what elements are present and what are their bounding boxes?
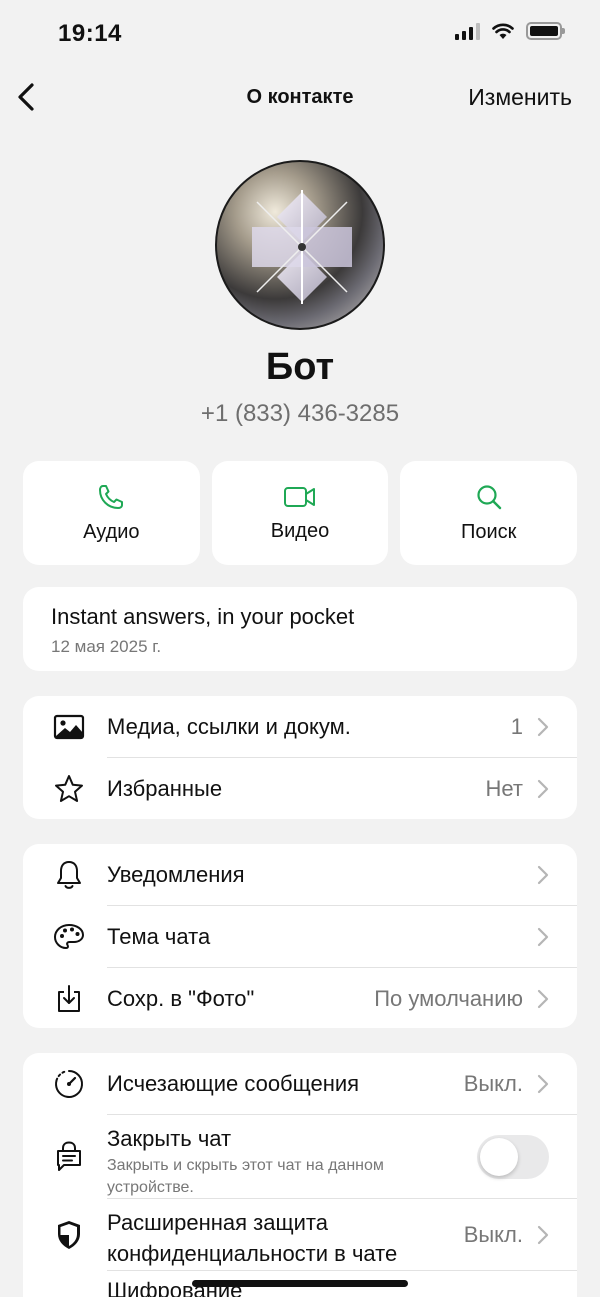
media-count: 1 [510, 714, 523, 739]
save-to-photos-value: По умолчанию [374, 986, 523, 1011]
advanced-chat-privacy-label-line1: Расширенная защита [107, 1210, 328, 1235]
media-card: Медиа, ссылки и докум. 1 Избранные Нет [23, 696, 577, 819]
search-icon [477, 484, 501, 509]
wifi-icon [492, 23, 514, 39]
shield-icon [53, 1219, 85, 1251]
disappearing-messages-value: Выкл. [463, 1071, 523, 1096]
starred-label: Избранные [107, 776, 223, 801]
disappearing-messages-row[interactable]: Исчезающие сообщения Выкл. [23, 1053, 577, 1115]
advanced-chat-privacy-label: Расширенная защита конфиденциальности в … [107, 1207, 397, 1269]
chat-theme-label: Тема чата [107, 924, 211, 949]
status-time: 19:14 [58, 20, 122, 47]
lock-chat-icon [53, 1141, 85, 1173]
lock-chat-toggle[interactable] [477, 1135, 549, 1179]
media-label: Медиа, ссылки и докум. [107, 714, 351, 739]
search-button[interactable]: Поиск [400, 461, 578, 565]
star-icon [53, 773, 85, 805]
lock-chat-description-line1: Закрыть и скрыть этот чат на данном [107, 1157, 384, 1174]
edit-button[interactable]: Изменить [468, 84, 572, 111]
disappearing-messages-label: Исчезающие сообщения [107, 1071, 360, 1096]
audio-call-button[interactable]: Аудио [23, 461, 200, 565]
starred-row[interactable]: Избранные Нет [23, 758, 577, 819]
about-date: 12 мая 2025 г. [51, 637, 162, 656]
lock-chat-row[interactable]: Закрыть чат Закрыть и скрыть этот чат на… [23, 1115, 577, 1199]
search-label: Поиск [460, 520, 517, 543]
status-bar: 19:14 [0, 0, 600, 70]
starred-value: Нет [485, 776, 523, 801]
avatar[interactable] [215, 160, 385, 330]
lock-chat-description-line2: устройстве. [107, 1179, 194, 1196]
chat-settings-card: Уведомления Тема чата Сохр. в "Фото" По [23, 844, 577, 1028]
video-call-label: Видео [270, 519, 330, 542]
chevron-right-icon [537, 1074, 549, 1094]
download-icon [53, 983, 85, 1015]
save-to-photos-label: Сохр. в "Фото" [107, 986, 255, 1011]
notifications-label: Уведомления [107, 862, 245, 887]
chevron-right-icon [537, 779, 549, 799]
bell-icon [53, 859, 85, 891]
chevron-right-icon [537, 989, 549, 1009]
chevron-right-icon [537, 717, 549, 737]
lock-chat-label: Закрыть чат [107, 1126, 232, 1151]
lock-chat-description: Закрыть и скрыть этот чат на данном устр… [107, 1155, 384, 1199]
advanced-chat-privacy-value: Выкл. [463, 1222, 523, 1247]
quick-actions: Аудио Видео Поиск [23, 461, 578, 565]
cellular-signal-icon [455, 22, 480, 40]
advanced-chat-privacy-row[interactable]: Расширенная защита конфиденциальности в … [23, 1199, 577, 1271]
advanced-chat-privacy-label-line2: конфиденциальности в чате [107, 1241, 398, 1266]
contact-phone: +1 (833) 436-3285 [200, 400, 400, 427]
home-indicator [192, 1280, 408, 1287]
toggle-knob [480, 1138, 518, 1176]
video-call-button[interactable]: Видео [211, 461, 389, 565]
bot-logo-icon [252, 190, 352, 304]
privacy-card: Исчезающие сообщения Выкл. Закрыть чат З… [23, 1053, 577, 1297]
media-links-docs-row[interactable]: Медиа, ссылки и докум. 1 [23, 696, 577, 758]
chevron-right-icon [537, 1225, 549, 1245]
battery-icon [526, 22, 565, 40]
video-icon [284, 486, 315, 507]
chat-theme-row[interactable]: Тема чата [23, 906, 577, 968]
image-icon [53, 711, 85, 743]
timer-icon [53, 1068, 85, 1100]
notifications-row[interactable]: Уведомления [23, 844, 577, 906]
chevron-right-icon [537, 865, 549, 885]
save-to-photos-row[interactable]: Сохр. в "Фото" По умолчанию [23, 968, 577, 1028]
about-card[interactable]: Instant answers, in your pocket 12 мая 2… [23, 587, 577, 671]
about-text: Instant answers, in your pocket [51, 604, 355, 629]
nav-bar: О контакте Изменить [0, 70, 600, 124]
audio-call-label: Аудио [83, 520, 140, 543]
contact-name: Бот [265, 346, 335, 388]
chevron-right-icon [537, 927, 549, 947]
phone-icon [99, 484, 124, 509]
status-icons [455, 22, 565, 40]
palette-icon [53, 921, 85, 953]
